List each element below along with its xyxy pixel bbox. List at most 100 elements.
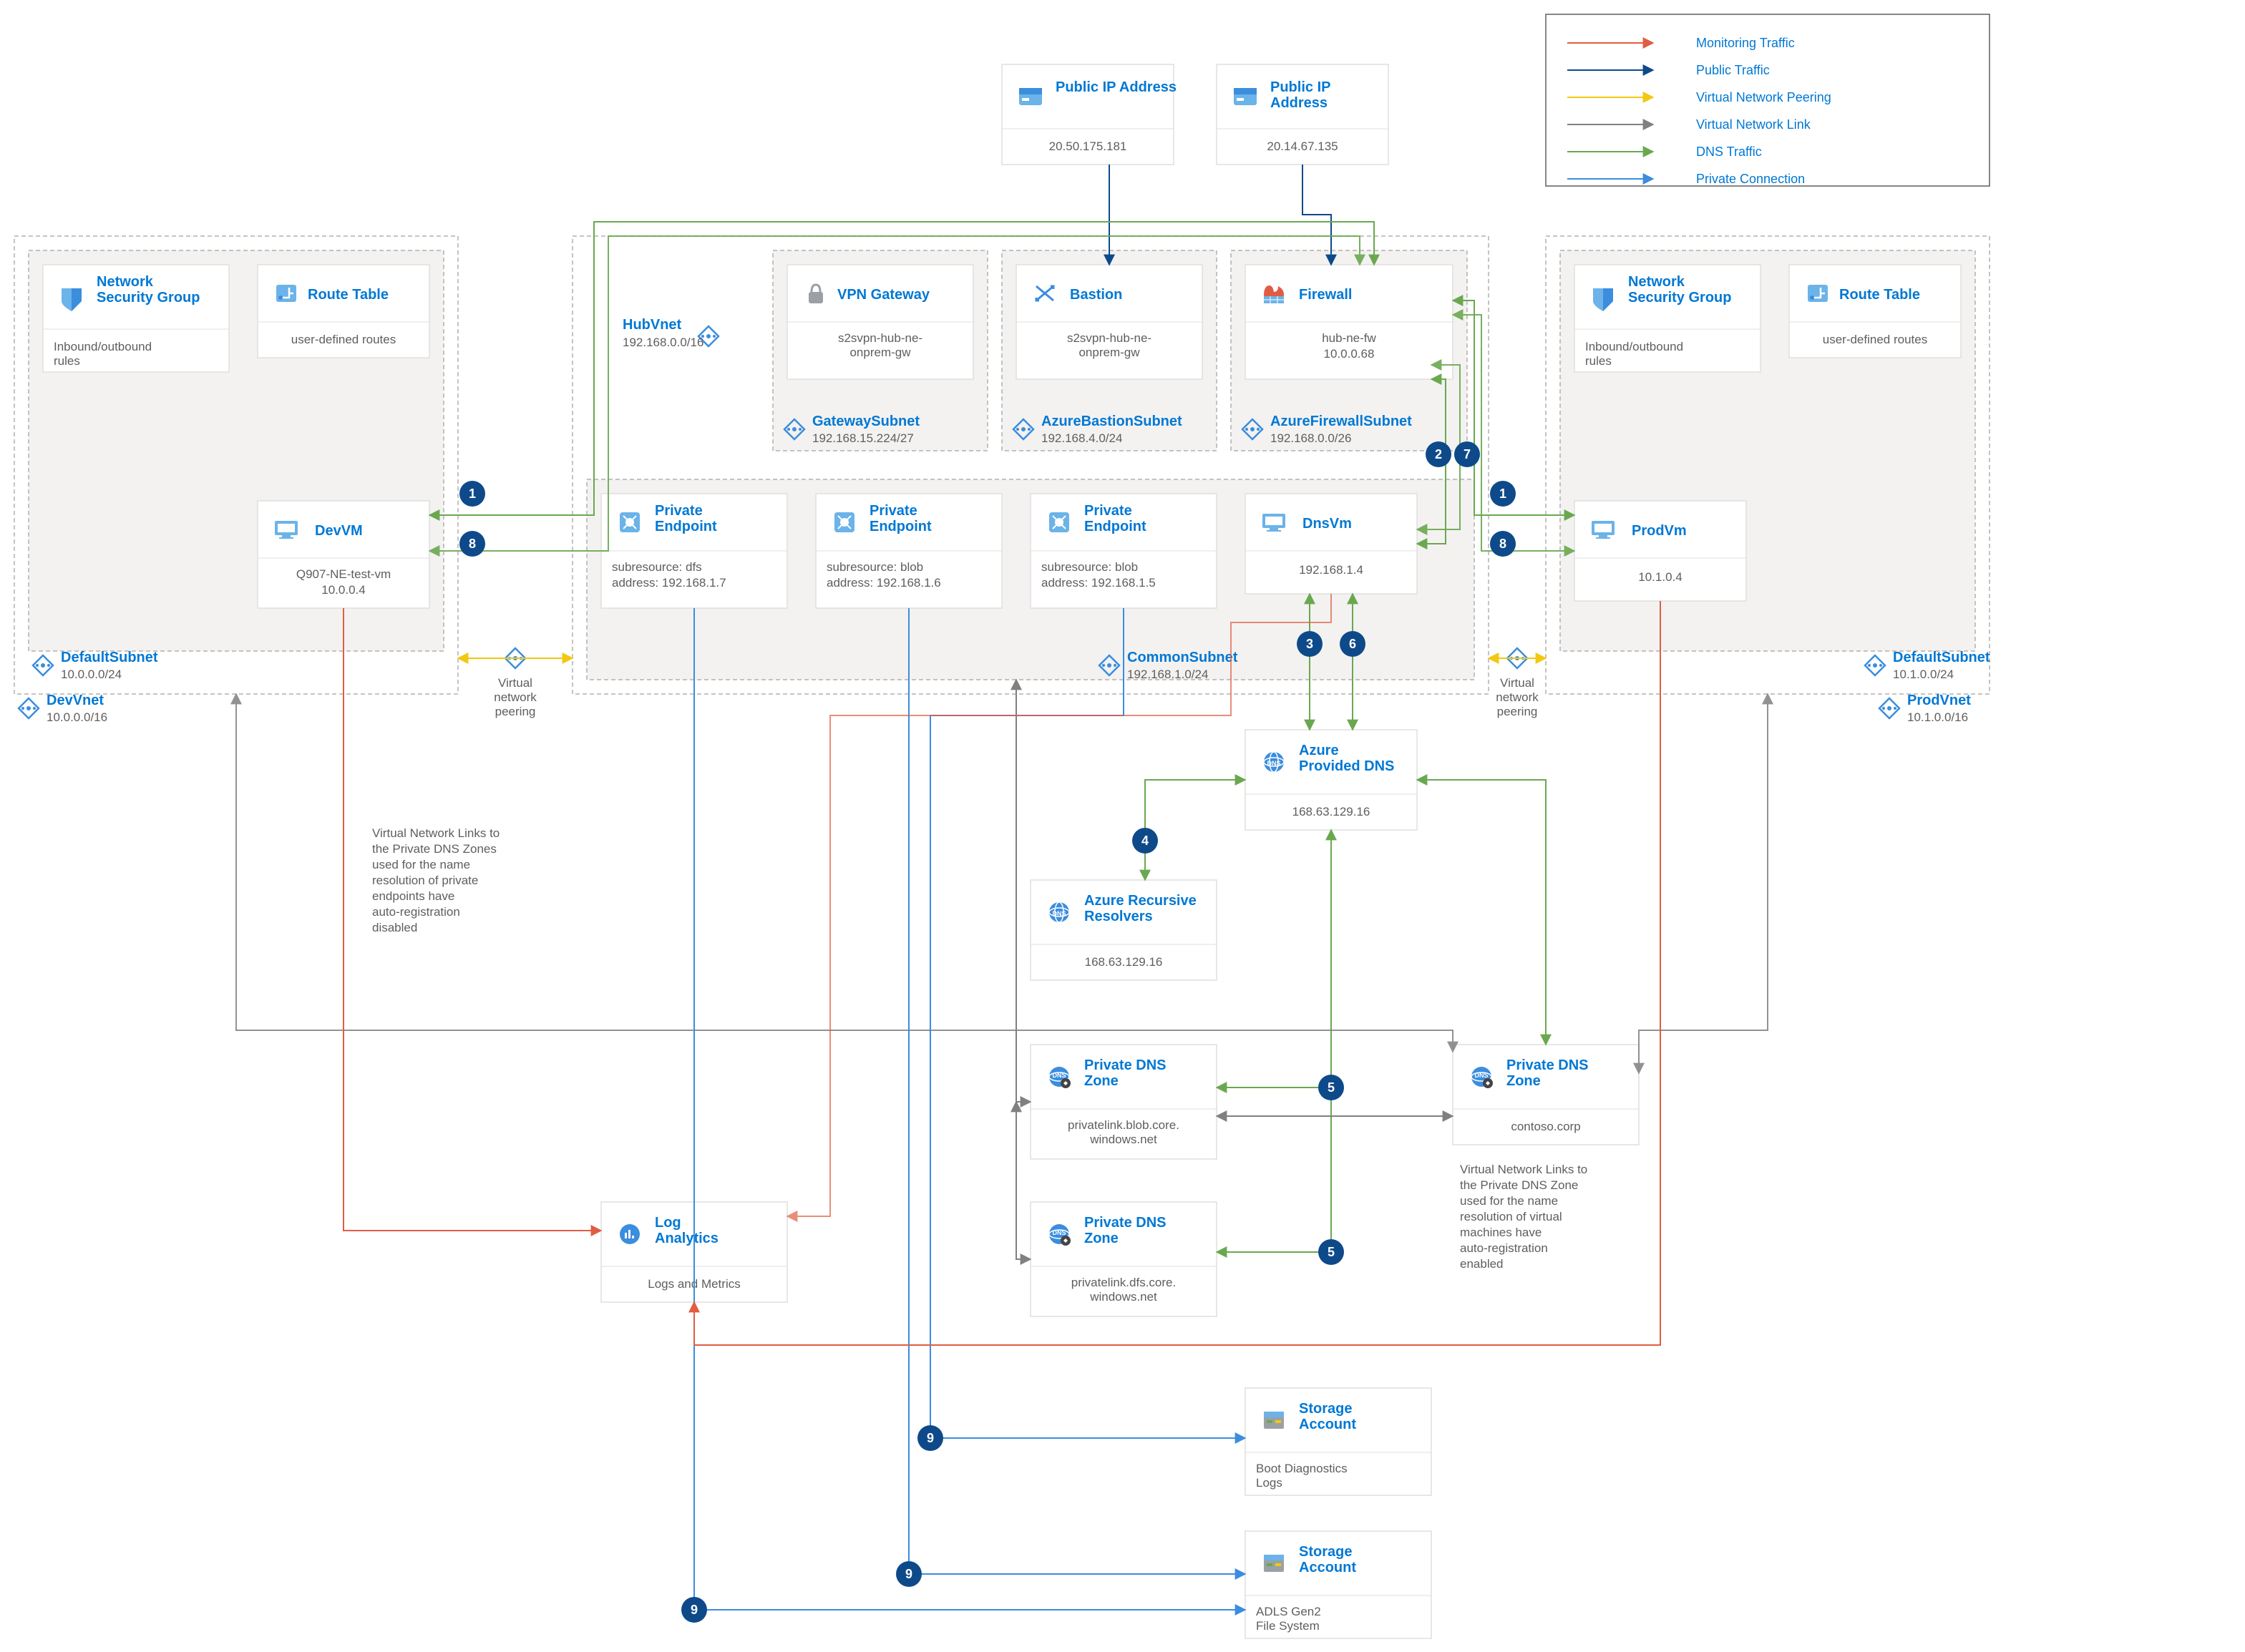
pe-dfs: PrivateEndpoint subresource: dfs address…	[601, 494, 787, 608]
svg-text:192.168.0.0/16: 192.168.0.0/16	[623, 336, 703, 349]
architecture-diagram: DNS DNS Monitoring Traffic Public Traffi…	[0, 0, 2245, 1652]
svg-text:Firewall: Firewall	[1299, 287, 1352, 303]
svg-text:10.1.0.0/24: 10.1.0.0/24	[1893, 668, 1954, 681]
svg-text:1: 1	[1499, 487, 1506, 501]
bastion: Bastion s2svpn-hub-ne-onprem-gw	[1016, 265, 1202, 379]
dev-vnet: NetworkSecurity Group Inbound/outboundru…	[14, 236, 458, 724]
svg-text:4: 4	[1141, 834, 1149, 848]
route-table-icon	[1808, 285, 1828, 302]
svg-text:Route Table: Route Table	[308, 287, 389, 303]
svg-text:DevVM: DevVM	[315, 523, 363, 539]
svg-text:6: 6	[1349, 637, 1356, 651]
svg-text:StorageAccount: StorageAccount	[1299, 1401, 1356, 1432]
svg-text:8: 8	[469, 537, 476, 551]
pe-blob2: PrivateEndpoint subresource: blob addres…	[1031, 494, 1217, 608]
svg-text:192.168.4.0/24: 192.168.4.0/24	[1041, 431, 1122, 445]
svg-text:DefaultSubnet: DefaultSubnet	[61, 650, 158, 665]
svg-text:File System: File System	[1256, 1619, 1320, 1633]
svg-text:subresource: blob: subresource: blob	[827, 560, 923, 574]
public-ip-2: Public IPAddress 20.14.67.135	[1217, 64, 1388, 165]
svg-text:address: 192.168.1.7: address: 192.168.1.7	[612, 576, 726, 590]
hub-vnet: HubVnet 192.168.0.0/16 VPN Gateway s2svp…	[573, 236, 1489, 694]
svg-text:Virtualnetworkpeering: Virtualnetworkpeering	[494, 676, 537, 718]
private-endpoint-icon	[620, 512, 640, 532]
svg-text:AzureFirewallSubnet: AzureFirewallSubnet	[1270, 414, 1412, 429]
vnet-icon	[19, 698, 39, 718]
prod-vnet: NetworkSecurity Group Inbound/outboundru…	[1546, 236, 1990, 724]
svg-text:10.0.0.68: 10.0.0.68	[1324, 347, 1375, 361]
storage-account-icon	[1264, 1555, 1284, 1572]
svg-text:DnsVm: DnsVm	[1302, 516, 1352, 532]
legend-item: Virtual Network Peering	[1696, 90, 1831, 104]
svg-text:user-defined routes: user-defined routes	[1823, 333, 1927, 346]
svg-text:s2svpn-hub-ne-onprem-gw: s2svpn-hub-ne-onprem-gw	[838, 331, 922, 359]
legend: Monitoring Traffic Public Traffic Virtua…	[1546, 14, 1990, 186]
svg-text:user-defined routes: user-defined routes	[291, 333, 396, 346]
route-table-dev: Route Table user-defined routes	[258, 265, 429, 358]
public-ip-icon	[1019, 88, 1042, 105]
dns-vm: DnsVm 192.168.1.4	[1245, 494, 1417, 594]
pdns-corp: Private DNSZone contoso.corp	[1453, 1045, 1639, 1145]
svg-text:subresource: blob: subresource: blob	[1041, 560, 1138, 574]
dns-icon	[1264, 752, 1284, 772]
private-endpoint-icon	[834, 512, 854, 532]
svg-text:168.63.129.16: 168.63.129.16	[1085, 955, 1163, 969]
svg-text:Virtualnetworkpeering: Virtualnetworkpeering	[1496, 676, 1539, 718]
svg-text:5: 5	[1328, 1245, 1335, 1259]
pe-blob: PrivateEndpoint subresource: blob addres…	[816, 494, 1002, 608]
svg-text:DefaultSubnet: DefaultSubnet	[1893, 650, 1990, 665]
public-ip-icon	[1234, 88, 1257, 105]
legend-item: Private Connection	[1696, 172, 1805, 186]
svg-text:AzureBastionSubnet: AzureBastionSubnet	[1041, 414, 1182, 429]
legend-item: Monitoring Traffic	[1696, 36, 1795, 50]
svg-text:Q907-NE-test-vm: Q907-NE-test-vm	[296, 567, 391, 581]
dev-vm: DevVM Q907-NE-test-vm 10.0.0.4	[258, 501, 429, 608]
svg-text:hub-ne-fw: hub-ne-fw	[1322, 331, 1376, 345]
route-table-prod: Route Table user-defined routes	[1789, 265, 1961, 358]
vpn-gateway: VPN Gateway s2svpn-hub-ne-onprem-gw	[787, 265, 973, 379]
legend-item: DNS Traffic	[1696, 145, 1762, 159]
svg-text:Bastion: Bastion	[1070, 287, 1122, 303]
svg-text:1: 1	[469, 487, 476, 501]
note-left: Virtual Network Links to the Private DNS…	[372, 826, 503, 934]
azure-provided-dns: AzureProvided DNS 168.63.129.16	[1245, 730, 1417, 830]
svg-text:192.168.0.0/26: 192.168.0.0/26	[1270, 431, 1351, 445]
public-ip-1: Public IP Address 20.50.175.181	[1002, 64, 1177, 165]
resource-title: Public IP Address	[1056, 79, 1177, 95]
svg-text:10.1.0.0/16: 10.1.0.0/16	[1907, 710, 1968, 724]
svg-text:7: 7	[1464, 447, 1471, 461]
svg-text:Route Table: Route Table	[1839, 287, 1920, 303]
svg-text:9: 9	[927, 1431, 934, 1445]
svg-text:9: 9	[691, 1603, 698, 1617]
note-right: Virtual Network Links to the Private DNS…	[1460, 1163, 1591, 1271]
storage-adls: StorageAccount ADLS Gen2 File System	[1245, 1531, 1431, 1638]
svg-text:192.168.1.4: 192.168.1.4	[1299, 563, 1363, 577]
svg-text:3: 3	[1306, 637, 1313, 651]
vnet-icon	[33, 655, 53, 675]
svg-text:ADLS Gen2: ADLS Gen2	[1256, 1605, 1321, 1618]
svg-text:GatewaySubnet: GatewaySubnet	[812, 414, 920, 429]
storage-boot: StorageAccount Boot DiagnosticsLogs	[1245, 1388, 1431, 1495]
svg-text:ProdVnet: ProdVnet	[1907, 693, 1971, 708]
route-table-icon	[276, 285, 296, 302]
resource-value: 20.14.67.135	[1267, 140, 1338, 153]
svg-text:HubVnet: HubVnet	[623, 317, 682, 333]
svg-text:ProdVm: ProdVm	[1632, 523, 1687, 539]
nsg-dev: NetworkSecurity Group Inbound/outboundru…	[43, 265, 229, 372]
svg-text:2: 2	[1435, 447, 1442, 461]
svg-text:address: 192.168.1.6: address: 192.168.1.6	[827, 576, 941, 590]
svg-text:DevVnet: DevVnet	[47, 693, 104, 708]
pdns-blob: Private DNSZone privatelink.blob.core.wi…	[1031, 1045, 1217, 1159]
pdns-dfs: Private DNSZone privatelink.dfs.core.win…	[1031, 1202, 1217, 1316]
svg-text:10.1.0.4: 10.1.0.4	[1638, 570, 1682, 584]
svg-text:10.0.0.0/16: 10.0.0.0/16	[47, 710, 107, 724]
svg-text:192.168.15.224/27: 192.168.15.224/27	[812, 431, 914, 445]
svg-text:address: 192.168.1.5: address: 192.168.1.5	[1041, 576, 1156, 590]
firewall: Firewall hub-ne-fw 10.0.0.68	[1245, 265, 1453, 379]
svg-text:9: 9	[905, 1567, 912, 1581]
log-analytics-icon	[620, 1224, 640, 1244]
resource-value: 20.50.175.181	[1049, 140, 1127, 153]
svg-text:contoso.corp: contoso.corp	[1511, 1120, 1580, 1133]
storage-account-icon	[1264, 1412, 1284, 1429]
svg-text:10.0.0.0/24: 10.0.0.0/24	[61, 668, 122, 681]
